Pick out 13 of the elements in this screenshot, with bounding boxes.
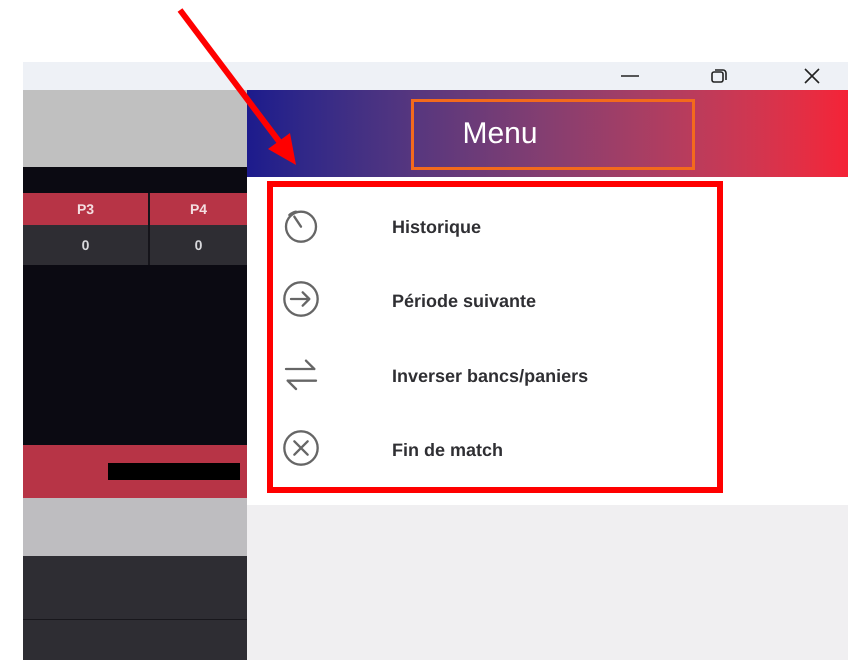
menu-item[interactable]: Fin de match (392, 436, 504, 464)
menu-item[interactable]: Historique (392, 214, 482, 241)
table-cell: 0 (23, 225, 148, 265)
menu-title: Menu (462, 116, 538, 152)
table-cell: 0 (150, 225, 247, 265)
arrow-right-icon (281, 279, 321, 320)
column-header: P4 (150, 193, 247, 225)
close-icon[interactable] (803, 67, 821, 85)
close-icon (281, 428, 321, 468)
column-header: P3 (23, 193, 148, 225)
menu-item[interactable]: Inverser bancs/paniers (392, 362, 588, 390)
menu-item[interactable]: Période suivante (392, 288, 536, 316)
restore-icon[interactable] (710, 68, 728, 84)
